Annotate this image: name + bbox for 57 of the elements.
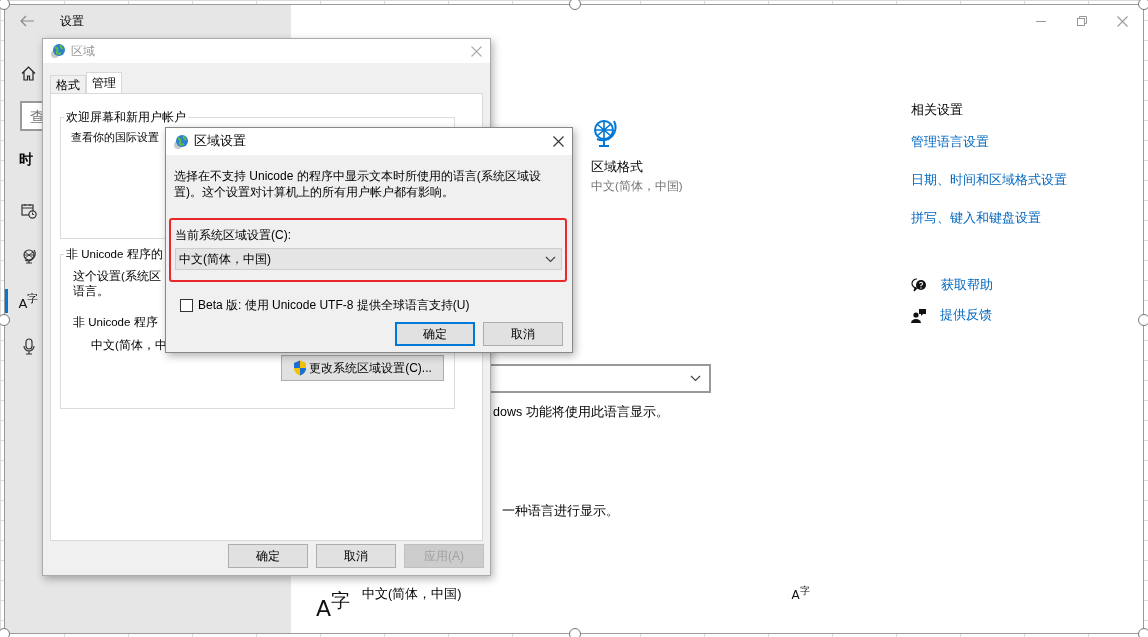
language-icon: A$^{字}$	[18, 292, 39, 310]
close-icon[interactable]	[553, 136, 564, 147]
current-locale-value: 中文(简体，中	[91, 338, 167, 353]
help-link[interactable]: 提供反馈	[940, 306, 992, 324]
tab[interactable]: 管理	[86, 72, 122, 93]
resize-handle[interactable]	[569, 0, 581, 10]
current-locale-label: 非 Unicode 程序	[73, 315, 158, 330]
preferred-language-note: 一种语言进行显示。	[502, 503, 619, 520]
related-settings-title: 相关设置	[911, 101, 963, 119]
resize-handle[interactable]	[569, 628, 581, 637]
help-link[interactable]: 获取帮助	[941, 276, 993, 294]
chevron-icon	[545, 255, 556, 263]
restore-icon[interactable]	[1076, 16, 1087, 26]
dialog-button[interactable]: 取消	[483, 322, 563, 346]
dialog-button[interactable]: 取消	[316, 544, 396, 568]
dialog-description: 选择在不支持 Unicode 的程序中显示文本时所使用的语言(系统区域设置)。这个设置对计算机上的所有用户帐户都有影响。	[174, 168, 542, 200]
settings-link[interactable]: 拼写、键入和键盘设置	[911, 209, 1041, 227]
dialog-title: 区域设置	[194, 133, 247, 150]
resize-handle[interactable]	[1138, 314, 1148, 326]
home-icon[interactable]	[21, 66, 36, 81]
microphone-icon	[22, 337, 35, 355]
dialog-button[interactable]: 确定	[395, 322, 475, 346]
dialog-button[interactable]: 确定	[228, 544, 308, 568]
change-locale-button[interactable]: 更改系统区域设置(C)...	[281, 355, 444, 381]
language-name[interactable]: 中文(简体，中国)	[362, 586, 462, 603]
locale-dropdown[interactable]: 中文(简体，中国)	[175, 248, 562, 270]
section-heading: 时	[19, 151, 34, 169]
group-text: 语言。	[73, 284, 109, 299]
region-format-title: 区域格式	[591, 158, 643, 176]
back-arrow-icon[interactable]	[20, 15, 34, 27]
globe-stand-icon[interactable]	[591, 118, 619, 148]
globe-icon	[173, 133, 189, 150]
globe-stand-icon	[20, 248, 37, 264]
window-title: 设置	[60, 12, 84, 30]
language-icon: A$^{字}$	[316, 592, 351, 621]
feedback-person-icon	[911, 307, 926, 323]
settings-link[interactable]: 管理语言设置	[911, 133, 989, 151]
help-bubble-icon	[911, 277, 927, 293]
calendar-clock-icon	[20, 203, 37, 219]
display-language-note: dows 功能将使用此语言显示。	[493, 404, 669, 421]
checkbox[interactable]	[180, 299, 193, 312]
dialog-title: 区域	[71, 42, 96, 60]
group-title: 非 Unicode 程序的	[65, 247, 164, 262]
checkbox-label: Beta 版: 使用 Unicode UTF-8 提供全球语言支持(U)	[198, 297, 470, 314]
resize-handle[interactable]	[0, 314, 10, 326]
current-locale-label: 当前系统区域设置(C):	[175, 227, 292, 244]
globe-icon	[50, 43, 66, 59]
group-title: 欢迎屏幕和新用户帐户	[65, 110, 187, 125]
shield-icon	[293, 360, 308, 376]
region-format-value: 中文(简体，中国)	[591, 179, 683, 194]
language-pack-icon: A$^{字}$	[791, 586, 810, 602]
settings-link[interactable]: 日期、时间和区域格式设置	[911, 171, 1067, 189]
tab[interactable]: 格式	[50, 75, 86, 93]
chevron-icon	[690, 375, 701, 382]
minimize-icon[interactable]	[1035, 20, 1046, 22]
group-text: 这个设置(系统区	[73, 269, 161, 284]
group-text: 查看你的国际设置	[71, 130, 159, 145]
